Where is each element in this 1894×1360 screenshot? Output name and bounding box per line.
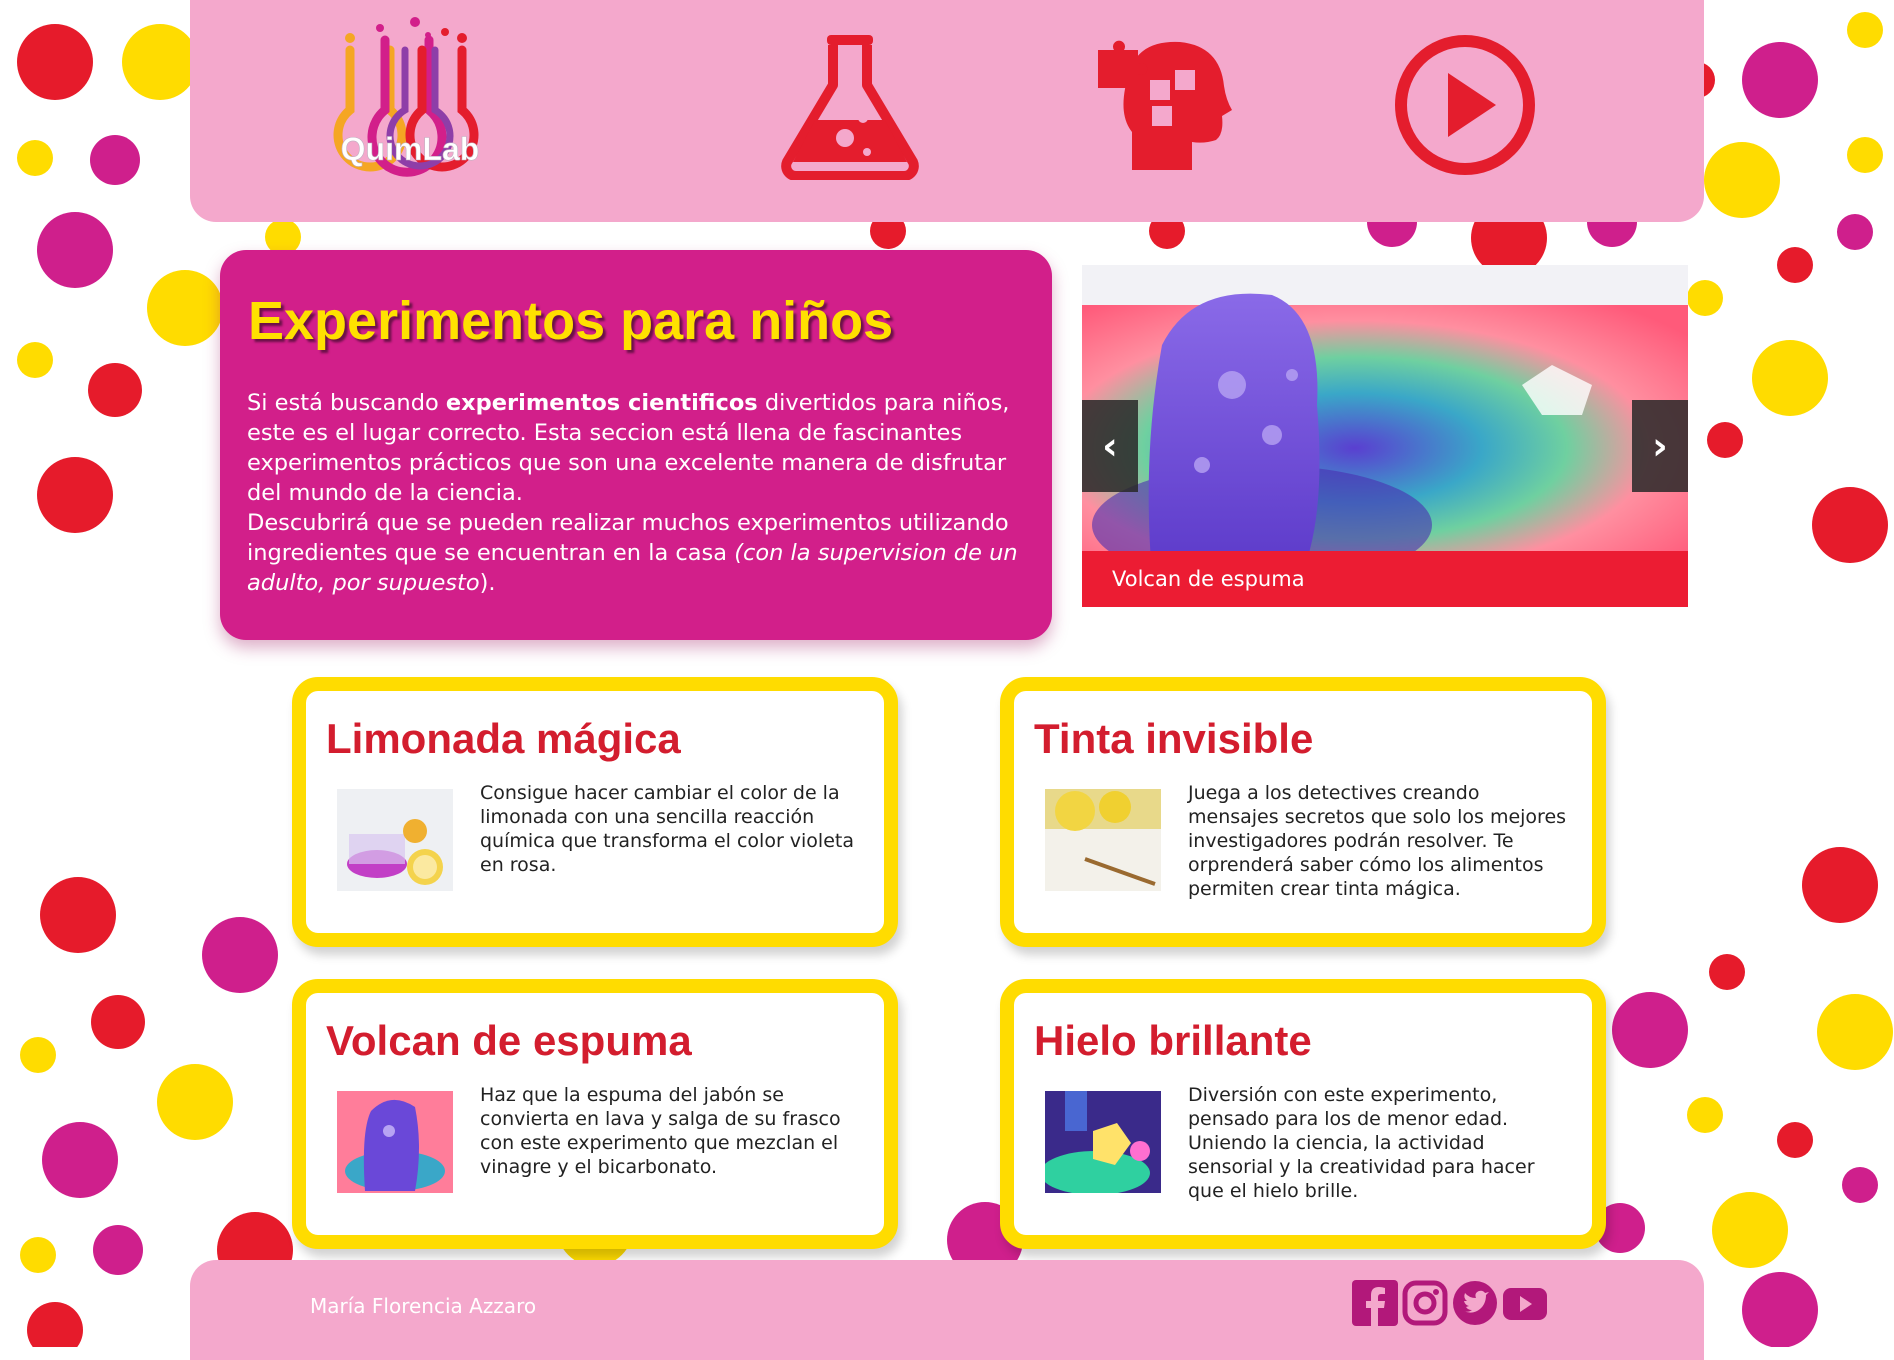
intro-p1-start: Si está buscando: [247, 390, 446, 416]
card-tinta[interactable]: Tinta invisible Juega a los detectives c…: [1000, 677, 1606, 947]
header-bar: QuimLab: [190, 0, 1704, 222]
card-title: Limonada mágica: [326, 715, 681, 762]
card-title: Volcan de espuma: [326, 1017, 692, 1064]
carousel-next-button[interactable]: ›: [1632, 400, 1688, 492]
instagram-icon[interactable]: [1402, 1280, 1448, 1326]
intro-paragraph-1: Si está buscando experimentos cientifico…: [247, 388, 1037, 508]
card-description: Consigue hacer cambiar el color de la li…: [480, 782, 854, 876]
card-thumbnail: [337, 1091, 453, 1193]
card-description: Haz que la espuma del jabón se convierta…: [480, 1084, 841, 1178]
intro-p2-end: ).: [479, 570, 496, 596]
card-description: Juega a los detectives creando mensajes …: [1188, 782, 1567, 900]
image-carousel[interactable]: ‹ › Volcan de espuma: [1082, 265, 1688, 607]
facebook-icon[interactable]: [1352, 1280, 1398, 1326]
footer-bar: María Florencia Azzaro: [190, 1260, 1704, 1360]
twitter-icon[interactable]: [1452, 1280, 1498, 1326]
carousel-caption: Volcan de espuma: [1082, 551, 1688, 607]
intro-p1-bold: experimentos cientificos: [445, 390, 758, 416]
card-title: Tinta invisible: [1034, 715, 1314, 762]
intro-text: Si está buscando experimentos cientifico…: [247, 388, 1037, 598]
footer-author: María Florencia Azzaro: [310, 1294, 537, 1318]
logo-flasks-icon: QuimLab: [333, 17, 480, 177]
puzzle-head-icon[interactable]: [1090, 30, 1240, 180]
carousel-prev-button[interactable]: ‹: [1082, 400, 1138, 492]
youtube-icon[interactable]: [1502, 1280, 1548, 1326]
flask-icon[interactable]: [775, 30, 925, 181]
card-thumbnail: [1045, 789, 1161, 891]
card-limonada[interactable]: Limonada mágica Consigue hacer cambiar e…: [292, 677, 898, 947]
quimlab-logo[interactable]: QuimLab: [310, 10, 510, 210]
card-title: Hielo brillante: [1034, 1017, 1312, 1064]
page-title: Experimentos para niños: [248, 291, 894, 351]
logo-text: QuimLab: [341, 131, 480, 167]
intro-panel: Experimentos para niños Si está buscando…: [220, 250, 1052, 640]
play-icon[interactable]: [1390, 30, 1540, 180]
intro-paragraph-2: Descubrirá que se pueden realizar muchos…: [247, 508, 1037, 598]
card-thumbnail: [1045, 1091, 1161, 1193]
card-volcan[interactable]: Volcan de espuma Haz que la espuma del j…: [292, 979, 898, 1249]
card-thumbnail: [337, 789, 453, 891]
card-hielo[interactable]: Hielo brillante Diversión con este exper…: [1000, 979, 1606, 1249]
card-description: Diversión con este experimento, pensado …: [1188, 1084, 1535, 1202]
